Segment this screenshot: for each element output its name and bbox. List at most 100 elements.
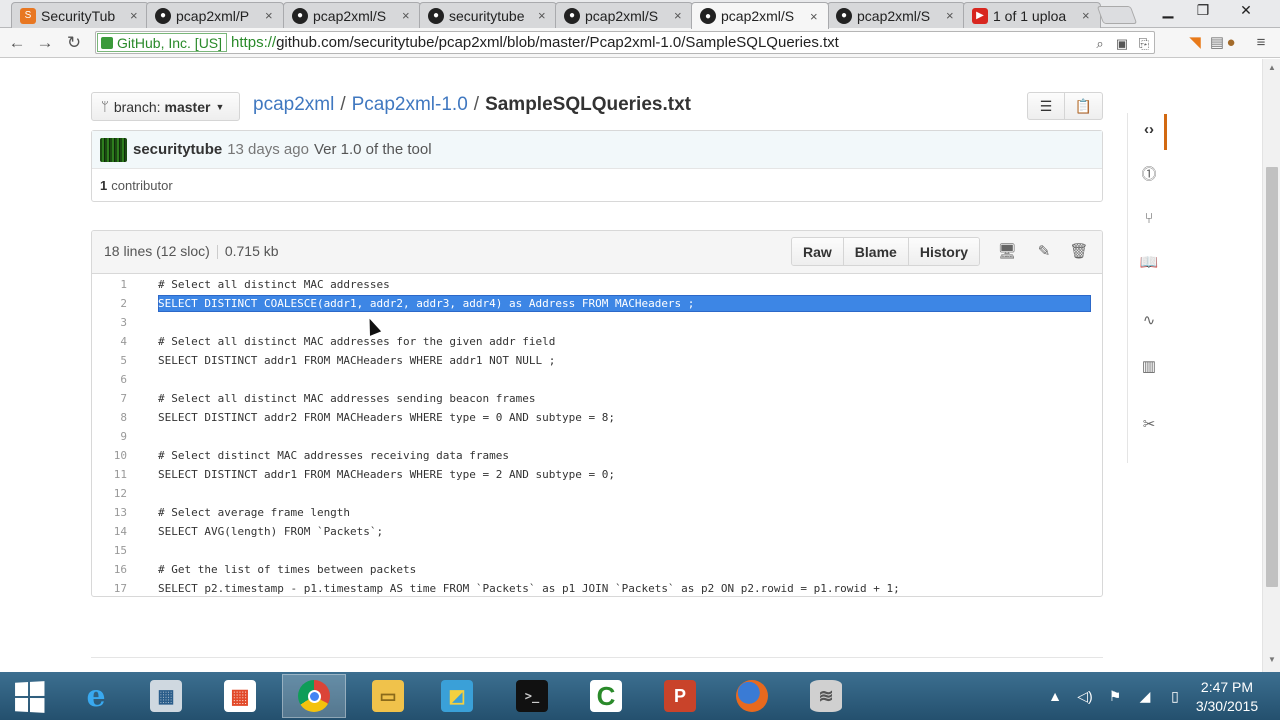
close-icon[interactable]: × — [130, 8, 144, 23]
wiki-icon[interactable]: 📖 — [1138, 252, 1160, 274]
line-number[interactable]: 7 — [92, 392, 136, 405]
pulse-icon[interactable]: ∿ — [1138, 310, 1160, 332]
close-icon[interactable]: × — [265, 8, 279, 23]
line-number[interactable]: 9 — [92, 430, 136, 443]
scroll-up-icon[interactable]: ▲ — [1263, 63, 1280, 77]
commit-author[interactable]: securitytube — [133, 141, 222, 158]
settings-icon[interactable]: ✂ — [1138, 414, 1160, 436]
browser-tab[interactable]: ● securitytube × — [419, 2, 557, 28]
browser-tab[interactable]: ● pcap2xml/S × — [283, 2, 421, 28]
trash-icon[interactable]: 🗑 — [1069, 242, 1089, 262]
browser-tab[interactable]: S SecurityTub × — [11, 2, 149, 28]
flag-icon[interactable]: ⚑ — [1100, 688, 1130, 705]
firefox-icon[interactable] — [720, 674, 784, 718]
browser-tab-active[interactable]: ● pcap2xml/S × — [691, 2, 829, 29]
breadcrumb-repo-link[interactable]: pcap2xml — [253, 94, 334, 115]
line-number[interactable]: 11 — [92, 468, 136, 481]
line-number[interactable]: 14 — [92, 525, 136, 538]
branch-selector-button[interactable]: ᛘ branch: master ▼ — [91, 92, 240, 121]
code-line[interactable]: 13 # Select average frame length — [92, 503, 1102, 522]
desktop-icon[interactable]: 🖥 — [997, 242, 1017, 262]
page-scrollbar[interactable]: ▲ ▼ — [1262, 59, 1280, 672]
code-line[interactable]: 17 SELECT p2.timestamp - p1.timestamp AS … — [92, 579, 1102, 596]
copy-path-button[interactable]: 📋 — [1064, 92, 1103, 120]
line-number[interactable]: 12 — [92, 487, 136, 500]
code-line[interactable]: 4 # Select all distinct MAC addresses for… — [92, 332, 1102, 351]
battery-icon[interactable]: ▯ — [1160, 688, 1190, 705]
chrome-icon[interactable] — [282, 674, 346, 718]
reload-icon[interactable]: ↻ — [63, 32, 85, 54]
browser-tab[interactable]: ● pcap2xml/S × — [827, 2, 965, 28]
code-line[interactable]: 1 # Select all distinct MAC addresses — [92, 275, 1102, 294]
line-number[interactable]: 13 — [92, 506, 136, 519]
windows-start-icon[interactable] — [15, 681, 45, 713]
close-icon[interactable]: × — [810, 9, 824, 24]
address-bar[interactable]: GitHub, Inc. [US] https://github.com/sec… — [95, 31, 1155, 54]
code-line-selected[interactable]: 2 SELECT DISTINCT COALESCE(addr1, addr2, … — [92, 294, 1102, 313]
terminal-icon[interactable]: >_ — [500, 674, 564, 718]
code-line[interactable]: 8 SELECT DISTINCT addr2 FROM MACHeaders W… — [92, 408, 1102, 427]
cookie-extension-icon[interactable]: ● — [1222, 34, 1240, 52]
pencil-icon[interactable]: ✎ — [1034, 242, 1054, 262]
url-text[interactable]: https://github.com/securitytube/pcap2xml… — [231, 34, 839, 51]
contributors-row[interactable]: 1 contributor — [92, 169, 1102, 202]
powerpoint-icon[interactable]: P — [648, 674, 712, 718]
close-icon[interactable]: × — [538, 8, 552, 23]
blame-button[interactable]: Blame — [843, 238, 909, 265]
scroll-thumb[interactable] — [1266, 167, 1278, 587]
avatar[interactable] — [100, 137, 127, 162]
minimize-icon[interactable]: ▁ — [1155, 2, 1181, 22]
code-line[interactable]: 16 # Get the list of times between packet… — [92, 560, 1102, 579]
file-explorer-icon[interactable]: ▭ — [356, 674, 420, 718]
forward-icon[interactable]: → — [34, 32, 56, 54]
back-icon[interactable]: ← — [6, 32, 28, 54]
raw-button[interactable]: Raw — [792, 238, 844, 265]
issues-icon[interactable]: ⓵ — [1138, 164, 1160, 186]
browser-tab[interactable]: ▶ 1 of 1 uploa × — [963, 2, 1101, 28]
volume-icon[interactable]: ◁) — [1070, 688, 1100, 705]
network-signal-icon[interactable]: ◢ — [1130, 688, 1160, 705]
line-number[interactable]: 16 — [92, 563, 136, 576]
line-number[interactable]: 10 — [92, 449, 136, 462]
code-line[interactable]: 10 # Select distinct MAC addresses receiv… — [92, 446, 1102, 465]
commit-message[interactable]: Ver 1.0 of the tool — [314, 141, 432, 158]
breadcrumb-folder-link[interactable]: Pcap2xml-1.0 — [352, 94, 468, 115]
close-icon[interactable]: × — [674, 8, 688, 23]
code-line[interactable]: 5 SELECT DISTINCT addr1 FROM MACHeaders W… — [92, 351, 1102, 370]
line-number[interactable]: 15 — [92, 544, 136, 557]
line-number[interactable]: 1 — [92, 278, 136, 291]
search-icon[interactable]: ⌕ — [1092, 36, 1108, 52]
pull-request-icon[interactable]: ⑂ — [1138, 208, 1160, 230]
new-tab-button[interactable] — [1096, 6, 1138, 24]
line-number[interactable]: 5 — [92, 354, 136, 367]
apps-icon[interactable]: ▦ — [208, 674, 272, 718]
virtualbox-icon[interactable]: ▦ — [134, 674, 198, 718]
code-line[interactable]: 3 — [92, 313, 1102, 332]
graphs-icon[interactable]: ▥ — [1138, 356, 1160, 378]
line-number[interactable]: 8 — [92, 411, 136, 424]
scroll-down-icon[interactable]: ▼ — [1263, 655, 1280, 669]
browser-tab[interactable]: ● pcap2xml/P × — [146, 2, 284, 28]
ev-certificate-badge[interactable]: GitHub, Inc. [US] — [97, 33, 228, 52]
code-line[interactable]: 12 — [92, 484, 1102, 503]
code-line[interactable]: 15 — [92, 541, 1102, 560]
line-number[interactable]: 17 — [92, 582, 136, 595]
menu-icon[interactable]: ≡ — [1252, 34, 1270, 52]
rss-icon[interactable]: ◥ — [1186, 34, 1204, 52]
line-number[interactable]: 4 — [92, 335, 136, 348]
code-line[interactable]: 6 — [92, 370, 1102, 389]
file-list-button[interactable]: ☰ — [1027, 92, 1065, 120]
code-line[interactable]: 9 — [92, 427, 1102, 446]
internet-explorer-icon[interactable]: e — [64, 674, 128, 718]
history-button[interactable]: History — [908, 238, 980, 265]
close-icon[interactable]: × — [402, 8, 416, 23]
extension-badge-icon[interactable]: ▣ — [1114, 36, 1130, 52]
show-hidden-icons-icon[interactable]: ▲ — [1040, 688, 1070, 704]
close-window-icon[interactable]: ✕ — [1233, 2, 1259, 22]
line-number[interactable]: 2 — [92, 297, 136, 310]
code-line[interactable]: 14 SELECT AVG(length) FROM `Packets`; — [92, 522, 1102, 541]
camtasia-icon[interactable]: C — [574, 674, 638, 718]
close-icon[interactable]: × — [1082, 8, 1096, 23]
page-action-icon[interactable]: ⎘ — [1136, 36, 1152, 52]
line-number[interactable]: 3 — [92, 316, 136, 329]
